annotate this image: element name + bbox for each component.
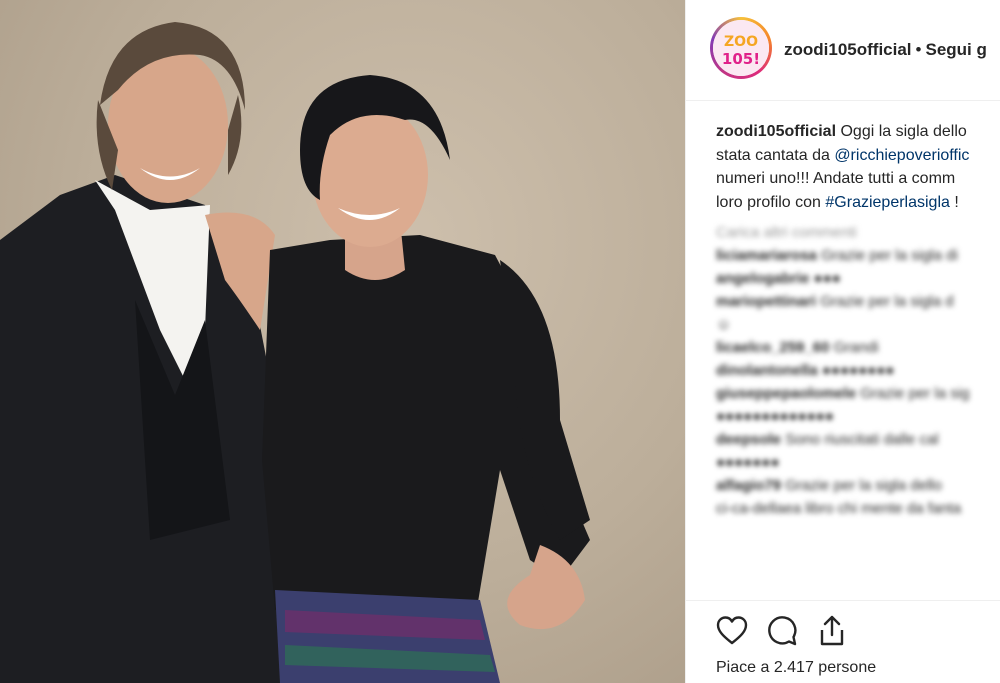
avatar[interactable]: ZOO 105! (710, 17, 772, 79)
comment-text: Grazie per la sig (860, 385, 970, 402)
caption-mention-link[interactable]: @ricchiepoverioffic (834, 147, 969, 164)
comments-list: Carica altri commenti liciamariarosa Gra… (716, 224, 1000, 523)
comment-text: ●●●●●●● (716, 454, 780, 471)
comment-item: giuseppepaolomele Grazie per la sig (716, 385, 1000, 408)
comment-item: ☺ (716, 316, 1000, 339)
comment-username[interactable]: mariopettinari (716, 293, 816, 310)
caption-text-3: numeri uno!!! Andate tutti a comm (716, 170, 956, 187)
comment-item: angelogabrie ●●● (716, 270, 1000, 293)
post-side-panel: ZOO 105! zoodi105official • Segui g zoodi1… (686, 0, 1000, 683)
load-more-comments[interactable]: Carica altri commenti (716, 224, 1000, 247)
svg-text:ZOO: ZOO (724, 34, 758, 50)
header-line: zoodi105official • Segui g (784, 40, 987, 60)
post-photo-illustration (0, 22, 590, 683)
post-footer: Piace a 2.417 persone (686, 600, 1000, 683)
comment-item: licaelco_259_60 Grandi (716, 339, 1000, 362)
share-icon (820, 615, 844, 646)
comment-text: ci-ca-dellaea libro chi mente da fanta (716, 500, 962, 517)
like-button[interactable] (714, 613, 750, 649)
header-username[interactable]: zoodi105official (784, 40, 912, 59)
heart-icon (716, 616, 748, 645)
comment-text: Grazie per la sigla d (820, 293, 954, 310)
caption-text-1: Oggi la sigla dello (836, 123, 967, 140)
share-button[interactable] (814, 613, 850, 649)
comment-item: ●●●●●●● (716, 454, 1000, 477)
comment-text: ☺ (716, 316, 732, 333)
comment-item: ●●●●●●●●●●●●● (716, 408, 1000, 431)
comment-username[interactable]: angelogabrie (716, 270, 809, 287)
likes-count[interactable]: Piace a 2.417 persone (716, 659, 876, 677)
comment-item: deepsole Sono riuscitati dalle cal (716, 431, 1000, 454)
comment-text: ●●● (813, 270, 841, 287)
caption-text-4-tail: ! (949, 193, 959, 211)
comment-item: liciamariarosa Grazie per la sigla di (716, 247, 1000, 270)
header-dot: • (915, 40, 922, 59)
post-photo[interactable] (0, 0, 685, 683)
caption-username[interactable]: zoodi105official (716, 123, 836, 140)
comment-item: mariopettinari Grazie per la sigla d (716, 293, 1000, 316)
post-caption: zoodi105official Oggi la sigla dello sta… (716, 120, 1000, 214)
comment-icon (768, 616, 797, 646)
comment-text: Sono riuscitati dalle cal (785, 431, 939, 448)
comment-text: ●●●●●●●● (821, 362, 895, 379)
comment-username[interactable]: liciamariarosa (716, 247, 817, 264)
comment-button[interactable] (764, 613, 800, 649)
comment-item: ci-ca-dellaea libro chi mente da fanta (716, 500, 1000, 523)
follow-button[interactable]: Segui g (925, 40, 986, 59)
comment-username[interactable]: giuseppepaolomele (716, 385, 856, 402)
svg-text:105!: 105! (722, 50, 760, 68)
comment-username[interactable]: deepsole (716, 431, 781, 448)
zoo-105-logo: ZOO 105! (713, 20, 769, 76)
comment-username[interactable]: dinolantonella (716, 362, 818, 379)
comment-item: dinolantonella ●●●●●●●● (716, 362, 1000, 385)
comment-text: Grandi (833, 339, 879, 356)
post-header: ZOO 105! zoodi105official • Segui g (686, 0, 1000, 101)
caption-hashtag-link[interactable]: #Grazieperlasigla (825, 194, 950, 211)
caption-text-4: loro profilo con (716, 193, 826, 211)
comment-username[interactable]: alfagio79 (716, 477, 781, 494)
comment-item: alfagio79 Grazie per la sigla dello (716, 477, 1000, 500)
comment-text: Grazie per la sigla dello (785, 477, 942, 494)
comment-username[interactable]: licaelco_259_60 (716, 339, 829, 356)
caption-text-2: stata cantata da (716, 146, 835, 164)
comment-text: Grazie per la sigla di (821, 247, 958, 264)
comment-text: ●●●●●●●●●●●●● (716, 408, 834, 425)
